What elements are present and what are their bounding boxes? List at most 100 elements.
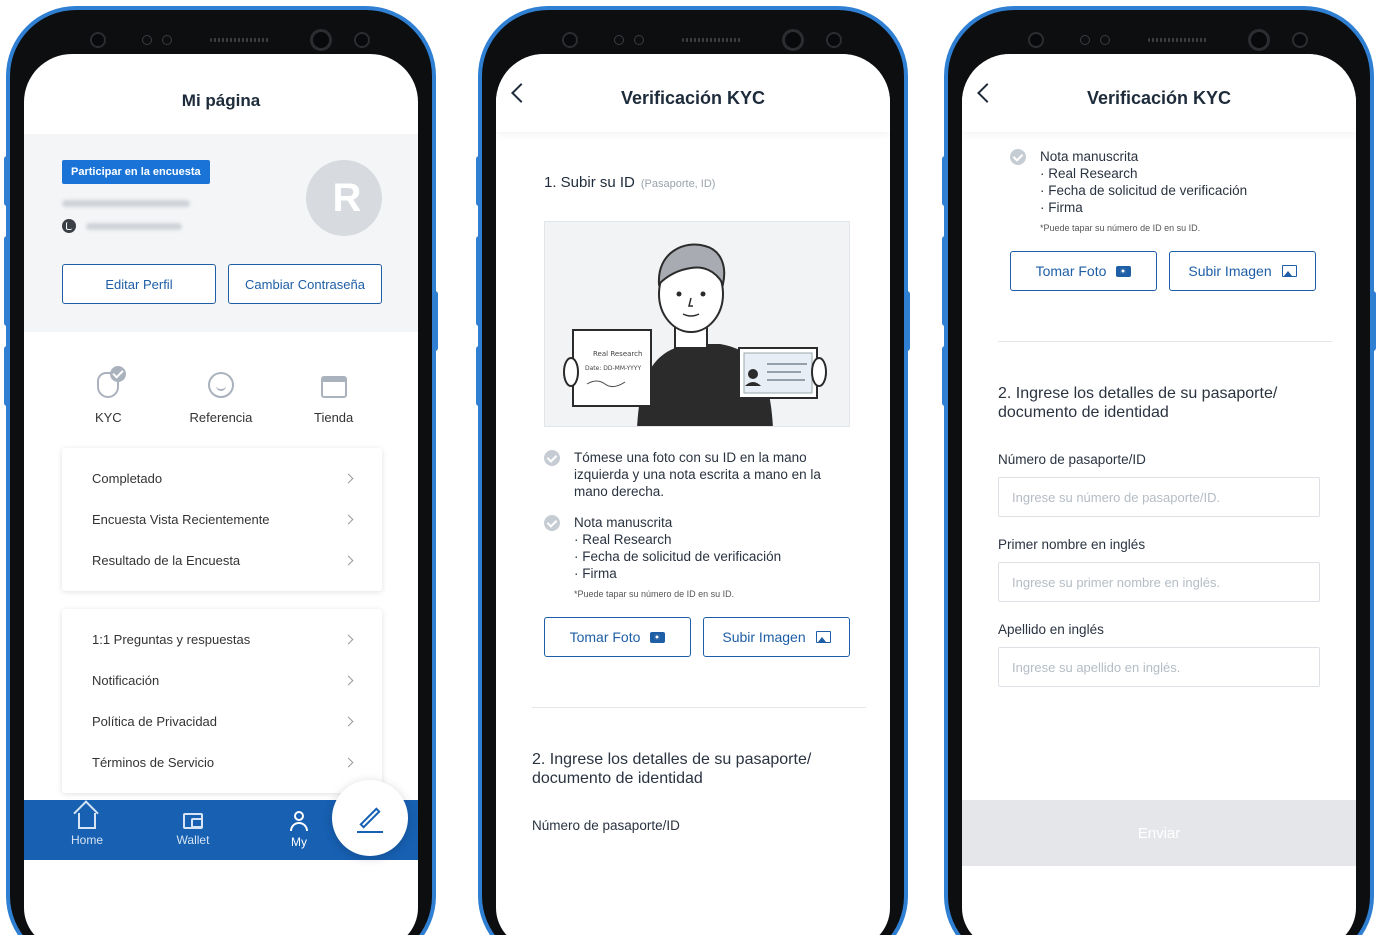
sensor-icon [1100,35,1110,45]
home-icon [78,813,96,829]
upload-image-button[interactable]: Subir Imagen [1169,251,1316,291]
stage: Mi página Participar en la encuesta R Ed… [0,0,1378,935]
submit-button[interactable]: Enviar [962,800,1356,866]
phone-redacted [86,222,182,230]
button-label: Tomar Foto [569,629,641,645]
last-name-input[interactable]: Ingrese su apellido en inglés. [998,647,1320,687]
chevron-right-icon [343,555,354,566]
step2-heading: 2. Ingrese los detalles de su pasaporte/… [532,750,854,788]
menu-item-label: Notificación [92,673,160,688]
camera-icon [354,32,370,48]
instruction-item: Nota manuscrita · Real Research · Fecha … [544,514,854,603]
passport-number-label: Número de pasaporte/ID [998,452,1146,467]
upload-image-button[interactable]: Subir Imagen [703,617,850,657]
illus-note-line1: Real Research [593,350,642,358]
tab-label: Wallet [176,833,210,847]
phone-body: Mi página Participar en la encuesta R Ed… [10,10,432,935]
shortcut-label: Tienda [314,410,354,425]
menu-item-label: 1:1 Preguntas y respuestas [92,632,251,647]
edit-fab-button[interactable] [332,780,408,856]
upload-buttons: Tomar Foto Subir Imagen [544,617,854,657]
email-redacted [62,200,190,207]
camera-icon [650,631,666,643]
instruction-line: Tómese una foto con su ID en la mano [574,450,807,465]
page-title: Verificación KYC [620,87,766,108]
phone-frame-1: Mi página Participar en la encuesta R Ed… [4,6,438,935]
menu-item-recent[interactable]: Encuesta Vista Recientemente [62,499,382,540]
back-arrow-icon[interactable] [977,83,997,103]
avatar: R [306,160,382,236]
step2-title-line: documento de identidad [532,770,703,787]
menu-card-support: 1:1 Preguntas y respuestas Notificación … [62,609,382,793]
kyc-content: Nota manuscrita · Real Research · Fecha … [962,148,1356,687]
phone-notch [1028,22,1308,58]
menu-item-label: Política de Privacidad [92,714,218,729]
screen-kyc-step2: Verificación KYC Nota manuscrita · Real … [962,54,1356,935]
back-arrow-icon[interactable] [511,83,531,103]
person-holding-id-illustration: Real Research Date: DD-MM-YYYY [563,243,827,426]
store-icon [320,372,348,400]
id-cover-note: *Puede tapar su número de ID en su ID. [1040,223,1201,233]
instructions-list: Tómese una foto con su ID en la mano izq… [544,449,854,603]
take-photo-button[interactable]: Tomar Foto [544,617,691,657]
button-label: Subir Imagen [722,629,806,645]
tab-home[interactable]: Home [34,800,140,860]
page-title: Mi página [181,91,261,110]
camera-icon [826,32,842,48]
kyc-content: 1. Subir su ID (Pasaporte, ID) Real Rese… [496,174,890,833]
phone-notch [90,22,370,58]
last-name-label: Apellido en inglés [998,622,1104,637]
menu-item-notification[interactable]: Notificación [62,660,382,701]
tab-label: Home [70,833,103,847]
menu-item-completed[interactable]: Completado [62,458,382,499]
shortcut-store[interactable]: Tienda [289,372,379,448]
menu-item-qa[interactable]: 1:1 Preguntas y respuestas [62,619,382,660]
shortcut-kyc[interactable]: KYC [63,366,153,448]
instruction-line: · Real Research [1040,166,1138,181]
menu-item-terms[interactable]: Términos de Servicio [62,742,382,783]
power-button [432,291,438,351]
tab-label: My [291,835,307,849]
step1-title: 1. Subir su ID [544,174,635,191]
shortcut-label: KYC [94,410,122,425]
camera-icon [90,32,106,48]
wallet-icon [183,813,203,829]
upload-buttons: Tomar Foto Subir Imagen [1010,251,1320,291]
first-name-input[interactable]: Ingrese su primer nombre en inglés. [998,562,1320,602]
step2-heading: 2. Ingrese los detalles de su pasaporte/… [998,384,1320,422]
chevron-right-icon [343,675,354,686]
camera-icon [1292,32,1308,48]
step1-subtitle: (Pasaporte, ID) [640,178,716,190]
instruction-line: · Fecha de solicitud de verificación [574,549,782,564]
chevron-right-icon [343,473,354,484]
step2-title-line: documento de identidad [998,404,1169,421]
user-icon [290,811,308,831]
check-icon [544,450,560,466]
passport-number-input[interactable]: Ingrese su número de pasaporte/ID. [998,477,1320,517]
instruction-line: · Firma [1040,200,1083,215]
sensor-icon [162,35,172,45]
survey-badge-button[interactable]: Participar en la encuesta [62,160,210,184]
menu-item-privacy[interactable]: Política de Privacidad [62,701,382,742]
passport-form: 2. Ingrese los detalles de su pasaporte/… [998,384,1320,687]
section-divider [998,341,1332,342]
shortcut-row: KYC Referencia Tienda [24,332,418,448]
phone-body: Verificación KYC Nota manuscrita · Real … [948,10,1370,935]
check-icon [1010,149,1026,165]
power-button [904,291,910,351]
image-icon [1281,265,1297,277]
instruction-line: izquierda y una nota escrita a mano en l… [574,467,821,482]
section-divider [532,707,866,708]
menu-item-label: Encuesta Vista Recientemente [92,512,270,527]
passport-label: Número de pasaporte/ID [532,818,680,833]
tab-wallet[interactable]: Wallet [140,800,246,860]
step2-title-line: 2. Ingrese los detalles de su pasaporte/ [998,385,1278,402]
take-photo-button[interactable]: Tomar Foto [1010,251,1157,291]
change-password-button[interactable]: Cambiar Contraseña [228,264,382,304]
speaker-grille [210,38,270,42]
edit-profile-button[interactable]: Editar Perfil [62,264,216,304]
menu-item-results[interactable]: Resultado de la Encuesta [62,540,382,581]
shortcut-referral[interactable]: Referencia [176,372,266,448]
power-button [1370,291,1376,351]
instruction-item: Nota manuscrita · Real Research · Fecha … [1010,148,1320,237]
